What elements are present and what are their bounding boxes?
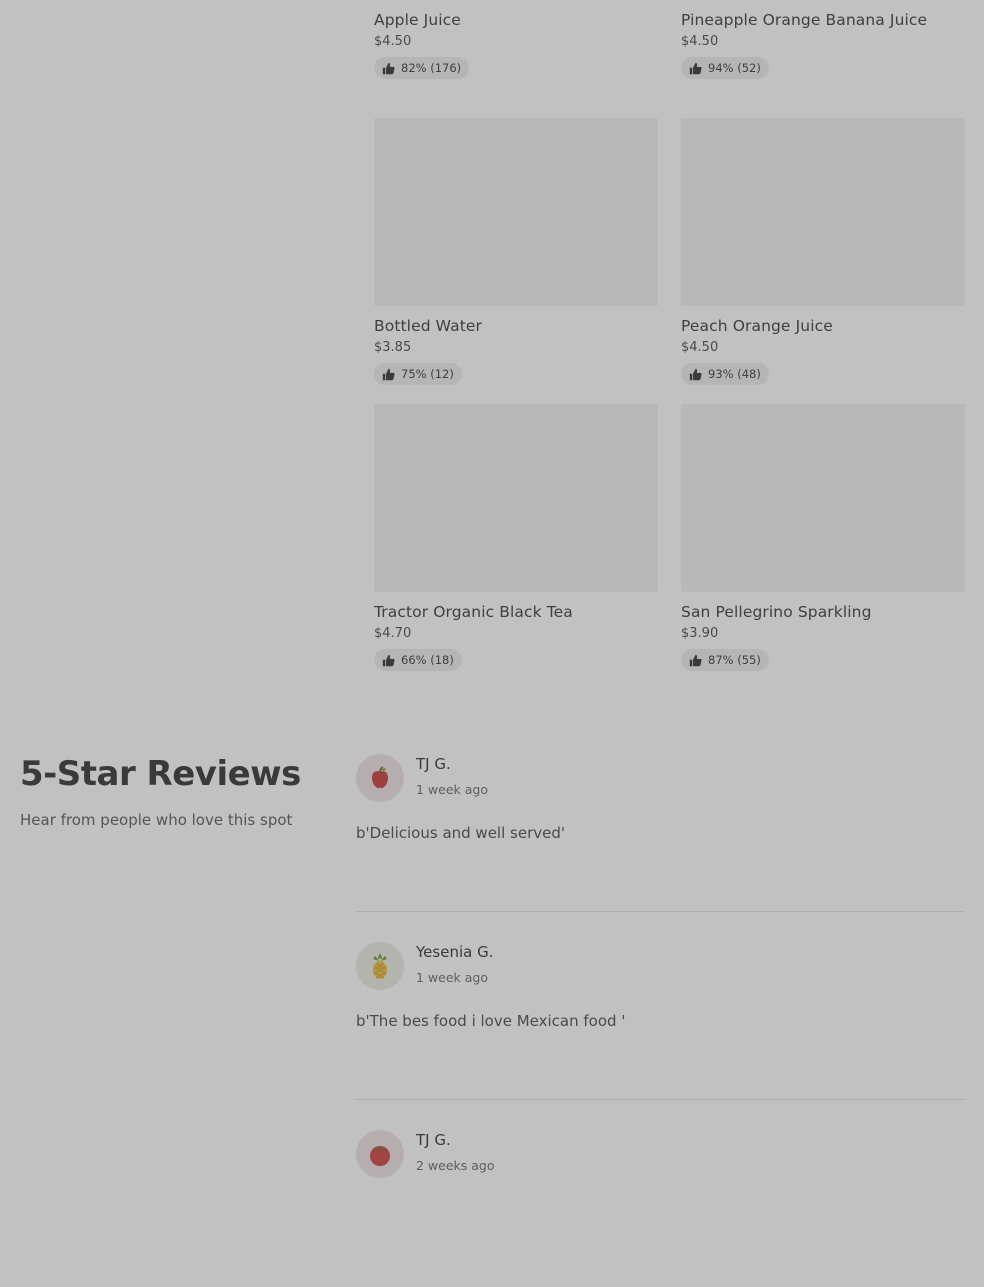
rating-badge: 93% (48) (681, 363, 769, 385)
reviewer-name: Yesenia G. (416, 943, 494, 961)
product-price: $4.50 (681, 340, 719, 355)
pineapple-icon (373, 953, 387, 979)
rating-text: 75% (12) (401, 367, 454, 381)
avatar (356, 754, 404, 802)
thumbs-up-icon (689, 368, 702, 380)
product-card[interactable]: San Pellegrino Sparkling $3.90 87% (55) (681, 404, 965, 671)
product-card[interactable]: Bottled Water $3.85 75% (12) (374, 118, 658, 385)
reviews-list: TJ G. 1 week ago b'Delicious and well se… (356, 754, 964, 1287)
avatar (356, 1130, 404, 1178)
rating-text: 87% (55) (708, 653, 761, 667)
reviews-subtitle: Hear from people who love this spot (20, 811, 293, 829)
rating-text: 93% (48) (708, 367, 761, 381)
reviews-title: 5-Star Reviews (20, 754, 301, 794)
product-image[interactable] (681, 118, 965, 306)
thumbs-up-icon (689, 62, 702, 74)
rating-badge: 87% (55) (681, 649, 769, 671)
product-name[interactable]: Peach Orange Juice (681, 316, 965, 336)
avatar (356, 942, 404, 990)
product-price: $3.90 (681, 626, 719, 641)
rating-text: 82% (176) (401, 61, 462, 75)
rating-badge: 82% (176) (374, 57, 470, 79)
rating-badge: 75% (12) (374, 363, 462, 385)
reviewer-name: TJ G. (416, 755, 451, 773)
product-name[interactable]: San Pellegrino Sparkling (681, 602, 965, 622)
reviewer-name: TJ G. (416, 1131, 451, 1149)
product-card[interactable]: Pineapple Orange Banana Juice $4.50 94% … (681, 0, 965, 79)
thumbs-up-icon (382, 654, 395, 666)
product-name[interactable]: Tractor Organic Black Tea (374, 602, 658, 622)
tomato-icon (370, 1146, 390, 1166)
review-time: 1 week ago (416, 970, 488, 985)
review-time: 1 week ago (416, 782, 488, 797)
product-card[interactable]: Peach Orange Juice $4.50 93% (48) (681, 118, 965, 385)
product-price: $4.70 (374, 626, 412, 641)
review-text: b'Delicious and well served' (356, 824, 565, 842)
product-image[interactable] (374, 404, 658, 592)
rating-badge: 94% (52) (681, 57, 769, 79)
product-card[interactable]: Apple Juice $4.50 82% (176) (374, 0, 658, 79)
product-card[interactable]: Tractor Organic Black Tea $4.70 66% (18) (374, 404, 658, 671)
review-item: TJ G. 1 week ago b'Delicious and well se… (356, 754, 964, 912)
product-price: $4.50 (681, 34, 719, 49)
product-name[interactable]: Apple Juice (374, 10, 658, 30)
rating-text: 66% (18) (401, 653, 454, 667)
product-price: $3.85 (374, 340, 412, 355)
thumbs-up-icon (382, 62, 395, 74)
rating-badge: 66% (18) (374, 649, 462, 671)
product-price: $4.50 (374, 34, 412, 49)
product-name[interactable]: Bottled Water (374, 316, 658, 336)
product-image[interactable] (681, 404, 965, 592)
thumbs-up-icon (382, 368, 395, 380)
review-time: 2 weeks ago (416, 1158, 495, 1173)
thumbs-up-icon (689, 654, 702, 666)
apple-icon (372, 766, 388, 788)
product-name[interactable]: Pineapple Orange Banana Juice (681, 10, 965, 30)
review-item: Yesenia G. 1 week ago b'The bes food i l… (356, 942, 964, 1100)
rating-text: 94% (52) (708, 61, 761, 75)
review-item: TJ G. 2 weeks ago (356, 1130, 964, 1287)
product-image[interactable] (374, 118, 658, 306)
review-text: b'The bes food i love Mexican food ' (356, 1012, 626, 1030)
